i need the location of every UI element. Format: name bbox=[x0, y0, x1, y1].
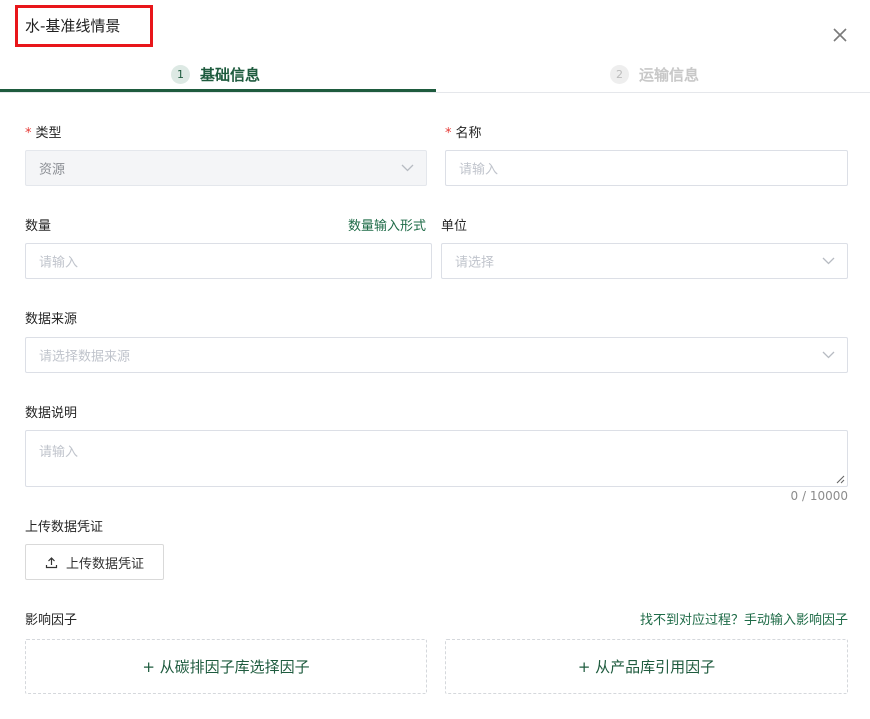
chevron-down-icon bbox=[401, 164, 414, 172]
select-carbon-factor-button[interactable]: + 从碳排因子库选择因子 bbox=[25, 639, 427, 694]
step-number: 2 bbox=[610, 64, 629, 84]
upload-button-label: 上传数据凭证 bbox=[65, 556, 144, 572]
step-number: 1 bbox=[171, 64, 190, 84]
name-input[interactable]: 请输入 bbox=[445, 150, 848, 186]
data-description-textarea[interactable]: 请输入 bbox=[25, 430, 848, 487]
type-select[interactable]: 资源 bbox=[25, 150, 427, 186]
unit-select[interactable]: 请选择 bbox=[441, 243, 848, 279]
data-source-select[interactable]: 请选择数据来源 bbox=[25, 337, 848, 373]
name-placeholder: 请输入 bbox=[459, 162, 499, 178]
name-label: * 名称 bbox=[445, 126, 482, 141]
factors-label: 影响因子 bbox=[25, 613, 78, 628]
quantity-input[interactable]: 请输入 bbox=[25, 243, 432, 279]
data-source-label: 数据来源 bbox=[25, 312, 78, 327]
tab-transport-info[interactable]: 2 运输信息 bbox=[610, 56, 699, 92]
close-icon[interactable] bbox=[829, 24, 851, 46]
type-label: * 类型 bbox=[25, 126, 62, 141]
data-description-label: 数据说明 bbox=[25, 406, 78, 421]
upload-button[interactable]: 上传数据凭证 bbox=[25, 544, 164, 580]
data-description-placeholder: 请输入 bbox=[39, 445, 79, 460]
unit-placeholder: 请选择 bbox=[455, 255, 495, 271]
step-label: 基础信息 bbox=[200, 65, 261, 84]
quantity-label: 数量 bbox=[25, 219, 52, 234]
quantity-placeholder: 请输入 bbox=[39, 255, 79, 271]
upload-icon bbox=[45, 556, 58, 568]
chevron-down-icon bbox=[822, 257, 835, 265]
unit-label: 单位 bbox=[441, 219, 468, 234]
character-counter: 0 / 10000 bbox=[790, 489, 848, 503]
tab-basic-info[interactable]: 1 基础信息 bbox=[171, 56, 260, 92]
dialog-title: 水-基准线情景 bbox=[25, 17, 121, 35]
step-tabs: 1 基础信息 2 运输信息 bbox=[0, 56, 870, 93]
quantity-mode-link[interactable]: 数量输入形式 bbox=[348, 215, 426, 234]
manual-factor-link[interactable]: 找不到对应过程？手动输入影响因子 bbox=[640, 609, 848, 628]
reference-product-factor-button[interactable]: + 从产品库引用因子 bbox=[445, 639, 848, 694]
resize-handle-icon[interactable] bbox=[836, 475, 845, 484]
type-value: 资源 bbox=[39, 162, 66, 178]
data-source-placeholder: 请选择数据来源 bbox=[39, 349, 131, 365]
chevron-down-icon bbox=[822, 351, 835, 359]
active-step-indicator bbox=[0, 89, 436, 92]
step-label: 运输信息 bbox=[639, 65, 700, 84]
upload-label: 上传数据凭证 bbox=[25, 520, 104, 535]
